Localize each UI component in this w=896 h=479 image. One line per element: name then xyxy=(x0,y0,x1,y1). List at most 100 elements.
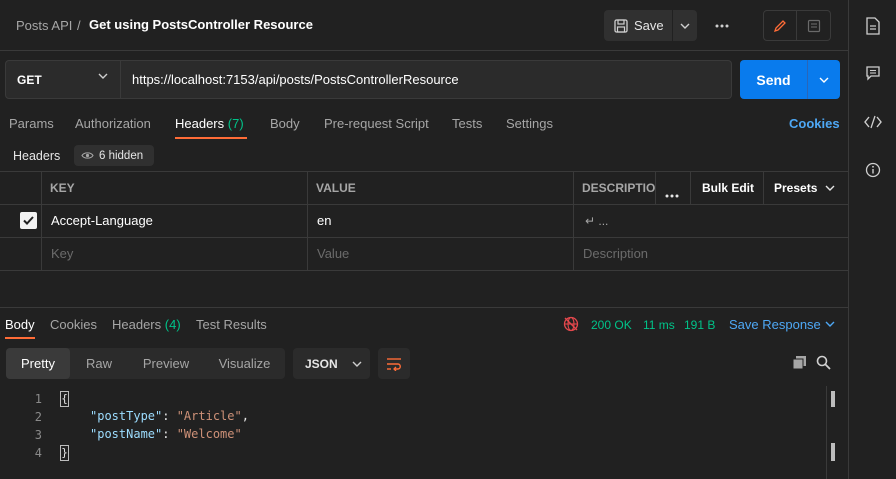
column-divider xyxy=(573,171,574,270)
info-icon[interactable] xyxy=(863,160,883,180)
edit-button[interactable] xyxy=(763,10,797,41)
documentation-icon[interactable] xyxy=(863,16,883,36)
header-key-cell[interactable]: Accept-Language xyxy=(51,213,153,228)
hidden-count-label: 6 hidden xyxy=(99,149,144,162)
chevron-down-icon xyxy=(825,321,835,327)
wrap-icon xyxy=(387,357,401,371)
table-border xyxy=(0,237,848,238)
code-icon[interactable] xyxy=(863,112,883,132)
save-response-button[interactable]: Save Response xyxy=(729,317,821,332)
tab-settings[interactable]: Settings xyxy=(506,116,553,131)
code-line: "postName": "Welcome" xyxy=(90,427,242,441)
response-time[interactable]: 11 ms xyxy=(643,318,675,332)
globe-icon[interactable] xyxy=(563,316,579,332)
pencil-icon xyxy=(773,19,786,32)
line-number: 4 xyxy=(34,446,42,460)
right-sidebar xyxy=(848,0,896,479)
chevron-down-icon xyxy=(98,73,108,79)
column-header-description: DESCRIPTIO xyxy=(582,181,656,195)
line-number: 3 xyxy=(34,428,42,442)
method-select[interactable]: GET xyxy=(5,60,121,99)
header-row-checkbox[interactable] xyxy=(20,212,37,229)
pane-divider[interactable] xyxy=(0,307,848,308)
tab-headers-count: (7) xyxy=(227,116,244,131)
chevron-down-icon xyxy=(819,77,829,83)
copy-icon[interactable] xyxy=(792,355,807,370)
breadcrumb-collection[interactable]: Posts API xyxy=(16,18,72,33)
response-headers-label: Headers xyxy=(112,317,162,332)
new-value-input[interactable]: Value xyxy=(317,246,349,261)
column-divider xyxy=(763,171,764,204)
column-options-button[interactable] xyxy=(665,186,679,201)
response-tab-cookies[interactable]: Cookies xyxy=(50,317,97,332)
new-key-input[interactable]: Key xyxy=(51,246,73,261)
save-dropdown-button[interactable] xyxy=(673,10,697,41)
response-tab-test-results[interactable]: Test Results xyxy=(196,317,267,332)
response-tab-headers[interactable]: Headers (4) xyxy=(112,317,181,332)
request-title[interactable]: Get using PostsController Resource xyxy=(89,17,313,32)
active-tab-indicator xyxy=(5,337,35,339)
tab-tests[interactable]: Tests xyxy=(452,116,482,131)
table-border xyxy=(0,204,848,205)
chevron-down-icon xyxy=(825,185,835,191)
breadcrumb-separator: / xyxy=(77,18,81,33)
bulk-edit-button[interactable]: Bulk Edit xyxy=(702,181,754,195)
line-number: 1 xyxy=(34,392,42,406)
comments-icon[interactable] xyxy=(863,63,883,83)
wrap-lines-button[interactable] xyxy=(378,348,410,379)
header-description-cell[interactable]: ↵ ... xyxy=(585,214,608,228)
send-dropdown-button[interactable] xyxy=(808,60,840,99)
response-headers-count: (4) xyxy=(164,317,181,332)
save-icon xyxy=(614,18,628,33)
url-input[interactable]: https://localhost:7153/api/posts/PostsCo… xyxy=(121,60,732,99)
column-header-key: KEY xyxy=(50,181,75,195)
status-code[interactable]: 200 OK xyxy=(591,318,632,332)
save-label: Save xyxy=(634,18,664,33)
active-tab-indicator xyxy=(175,137,247,139)
cookies-link[interactable]: Cookies xyxy=(789,116,840,131)
column-divider xyxy=(690,171,691,204)
save-button[interactable]: Save xyxy=(604,10,672,41)
column-divider xyxy=(41,171,42,270)
table-border xyxy=(0,270,848,271)
line-number: 2 xyxy=(34,410,42,424)
more-icon xyxy=(665,194,679,198)
send-button[interactable]: Send xyxy=(740,60,807,99)
tab-headers-label: Headers xyxy=(175,116,225,131)
divider xyxy=(0,50,848,51)
tab-headers[interactable]: Headers (7) xyxy=(175,116,244,131)
code-line: "postType": "Article", xyxy=(90,409,249,423)
new-description-input[interactable]: Description xyxy=(583,246,648,261)
code-brace-close: } xyxy=(60,445,69,461)
view-preview[interactable]: Preview xyxy=(128,348,204,379)
column-header-value: VALUE xyxy=(316,181,356,195)
chevron-down-icon xyxy=(680,23,690,29)
send-divider xyxy=(807,60,808,99)
view-raw[interactable]: Raw xyxy=(70,348,128,379)
more-actions-button[interactable] xyxy=(712,10,732,41)
presets-button[interactable]: Presets xyxy=(774,181,817,195)
view-pretty[interactable]: Pretty xyxy=(6,348,70,379)
url-value: https://localhost:7153/api/posts/PostsCo… xyxy=(132,72,459,87)
documentation-button[interactable] xyxy=(797,10,831,41)
scrollbar[interactable] xyxy=(826,386,838,479)
format-value: JSON xyxy=(305,356,338,371)
headers-section-label: Headers xyxy=(13,149,61,163)
method-value: GET xyxy=(17,72,42,87)
response-tab-body[interactable]: Body xyxy=(5,317,35,332)
tab-params[interactable]: Params xyxy=(9,116,54,131)
eye-icon xyxy=(81,152,94,159)
send-label: Send xyxy=(756,71,791,88)
tab-authorization[interactable]: Authorization xyxy=(75,116,151,131)
format-select[interactable]: JSON xyxy=(293,348,370,379)
response-size[interactable]: 191 B xyxy=(684,318,715,332)
chevron-down-icon xyxy=(352,361,362,367)
header-value-cell[interactable]: en xyxy=(317,213,331,228)
tab-pre-request-script[interactable]: Pre-request Script xyxy=(324,116,429,131)
code-brace-open: { xyxy=(60,391,69,407)
table-border xyxy=(0,171,848,172)
hidden-headers-toggle[interactable]: 6 hidden xyxy=(74,145,154,166)
tab-body[interactable]: Body xyxy=(270,116,300,131)
search-icon[interactable] xyxy=(816,355,831,370)
view-visualize[interactable]: Visualize xyxy=(204,348,285,379)
